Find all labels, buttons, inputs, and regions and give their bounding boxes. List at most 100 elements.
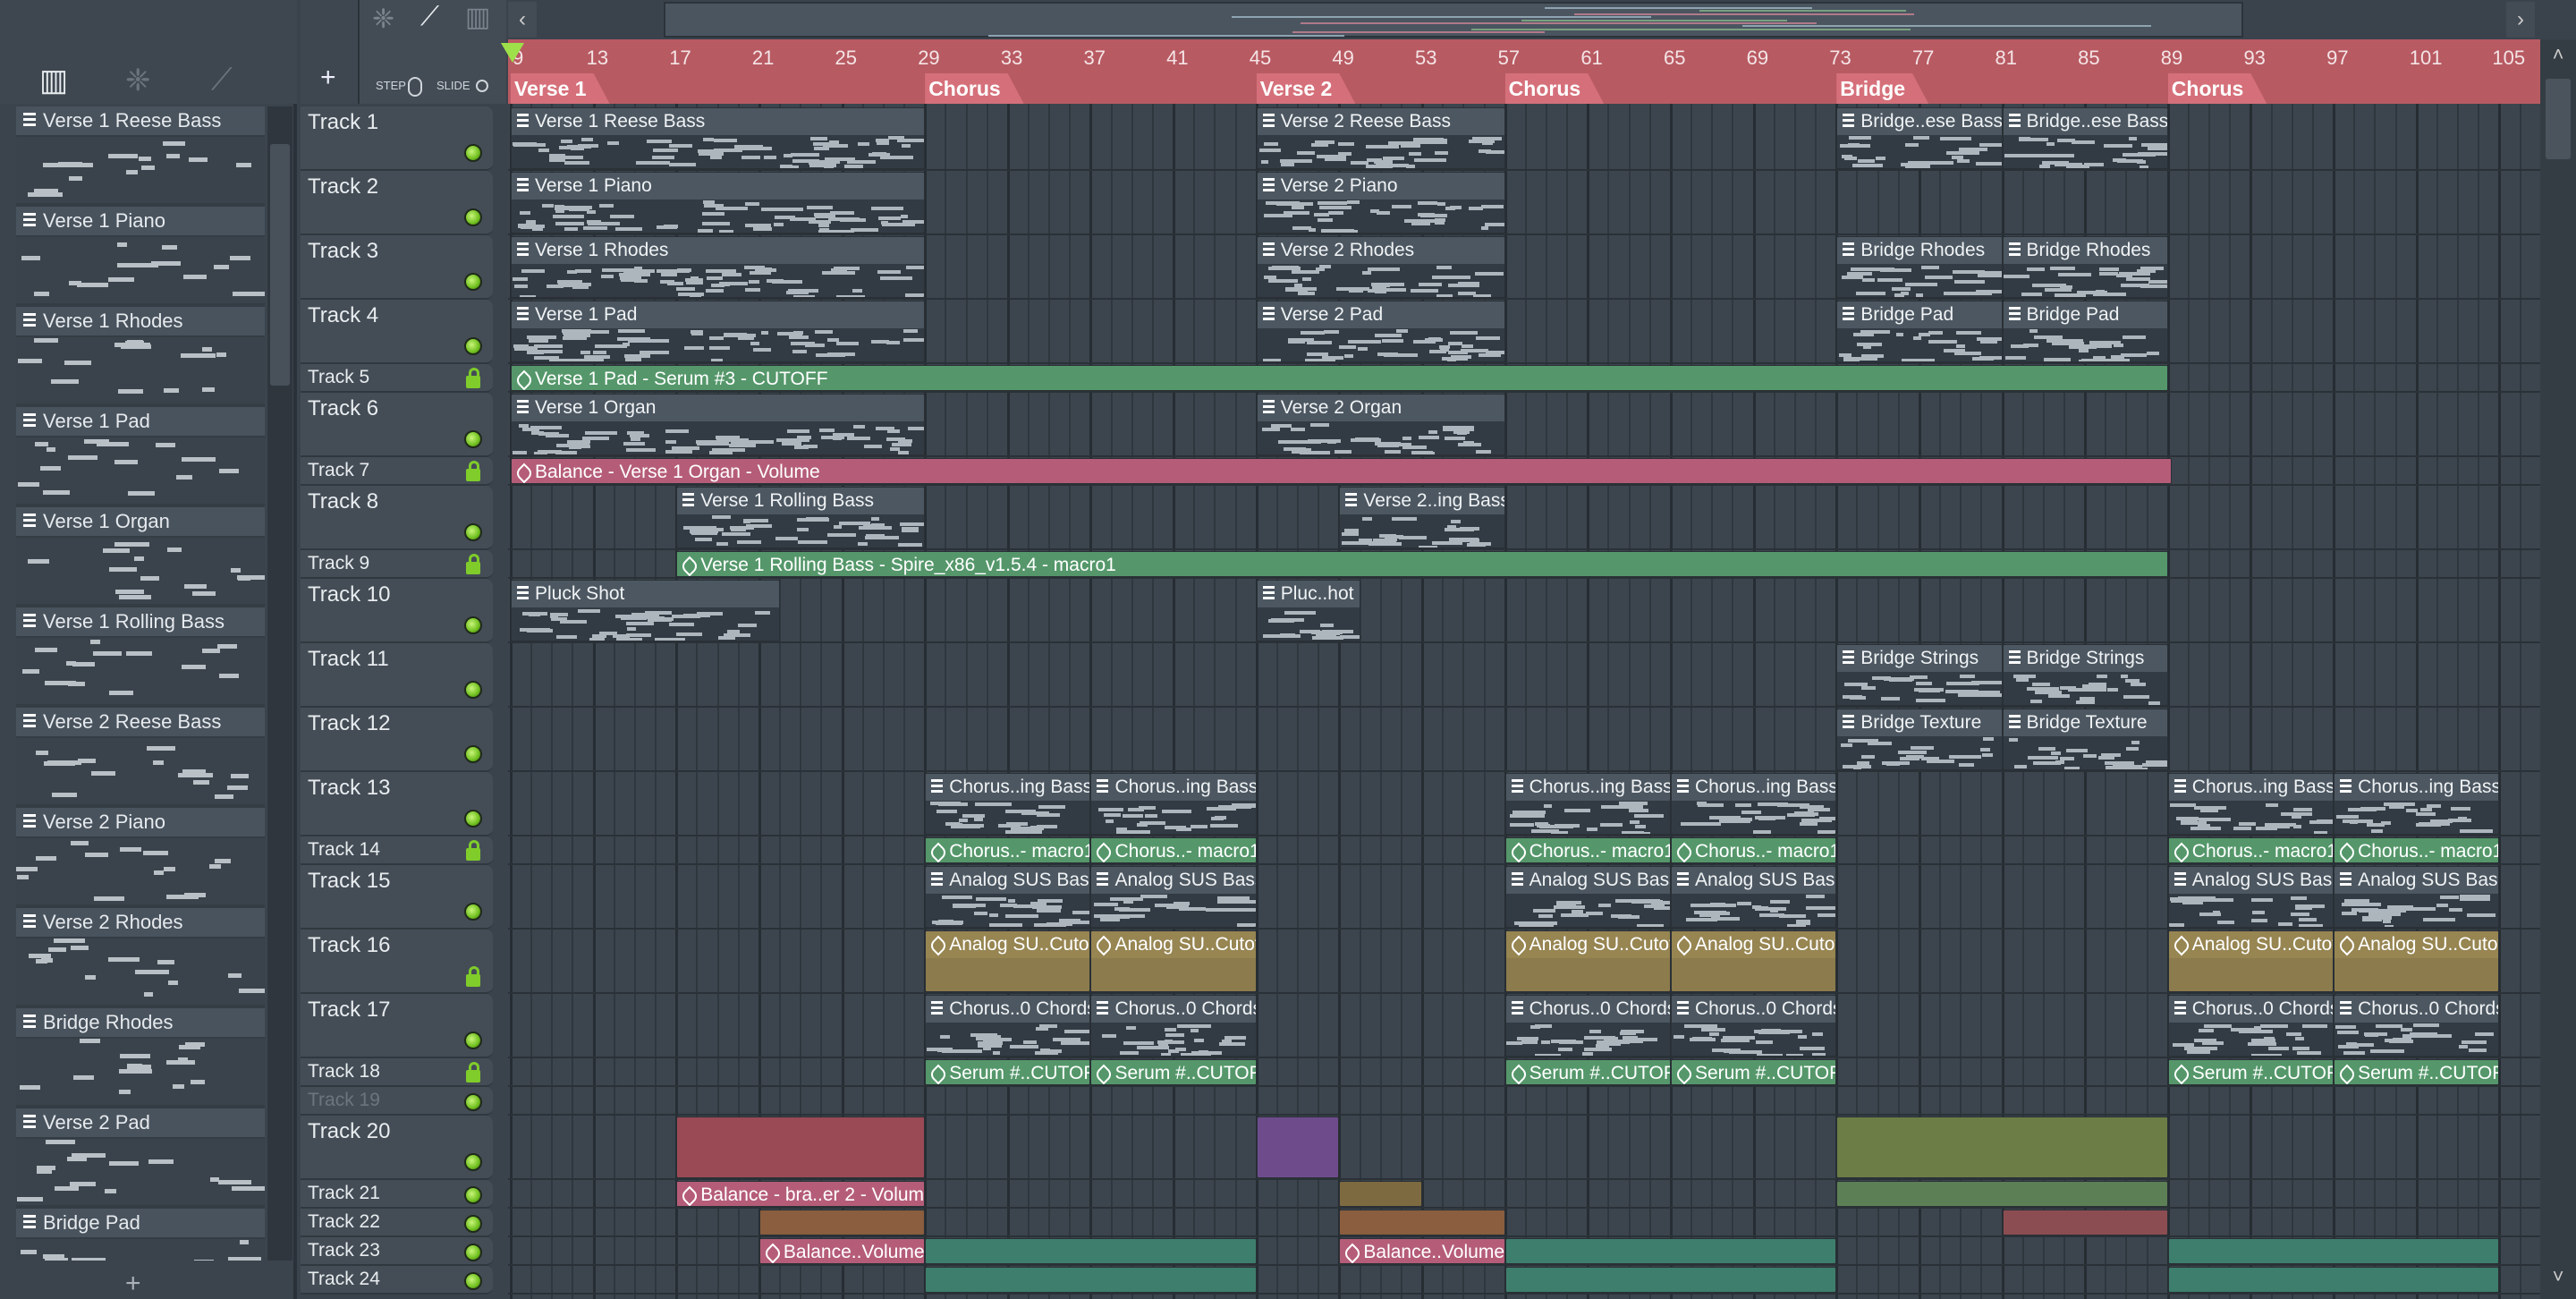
pattern-clip[interactable]: Chorus..0 Chords <box>1090 995 1257 1057</box>
automation-clip[interactable]: Serum #..CUTOFF <box>925 1059 1091 1085</box>
audio-clip[interactable] <box>2167 1267 2500 1293</box>
picker-scrollbar[interactable] <box>267 106 292 1261</box>
section-marker[interactable]: Verse 1 <box>511 73 610 104</box>
section-marker[interactable]: Chorus <box>925 73 1024 104</box>
pattern-clip[interactable]: Verse 1 Pad <box>511 301 926 362</box>
track-mute-led[interactable] <box>464 1244 482 1261</box>
automation-clip[interactable]: Analog SU..Cutoff <box>1504 930 1671 992</box>
audio-clip[interactable] <box>925 1267 1257 1293</box>
track-header[interactable]: Track 2 <box>301 171 493 235</box>
track-header[interactable]: Track 7 <box>301 457 493 486</box>
audio-clip[interactable] <box>758 1210 926 1235</box>
automation-icon[interactable]: ⟋ <box>211 63 233 98</box>
pattern-clip[interactable]: Pluc..hot <box>1256 580 1360 641</box>
pattern-clip[interactable]: Bridge Rhodes <box>1836 236 2003 298</box>
pattern-clip[interactable]: Bridge Strings <box>1836 644 2003 706</box>
pattern-list-item[interactable]: Verse 2 Reese Bass <box>16 708 265 808</box>
audio-clip[interactable] <box>925 1238 1257 1264</box>
pattern-clip[interactable]: Chorus..ing Bass <box>1670 773 1837 835</box>
audio-clip[interactable] <box>1504 1267 1837 1293</box>
piano-roll-icon[interactable]: ▥ <box>39 63 68 98</box>
automation-clip[interactable]: Chorus..- macro1 <box>925 837 1091 863</box>
pattern-clip[interactable]: Chorus..0 Chords <box>1504 995 1671 1057</box>
automation-clip[interactable]: Balance..Volume <box>758 1238 926 1264</box>
pattern-list-item[interactable]: Verse 1 Rolling Bass <box>16 607 265 708</box>
automation-clip[interactable]: Serum #..CUTOFF <box>2334 1059 2500 1085</box>
pattern-clip[interactable]: Analog SUS Bass <box>2334 866 2500 928</box>
track-header[interactable]: Track 9 <box>301 550 493 579</box>
track-mute-led[interactable] <box>464 616 482 634</box>
automation-clip[interactable]: Analog SU..Cutoff <box>1670 930 1837 992</box>
track-mute-led[interactable] <box>464 745 482 763</box>
automation-clip[interactable]: Chorus..- macro1 <box>1090 837 1257 863</box>
audio-clip[interactable] <box>1256 1116 1340 1178</box>
track-mute-led[interactable] <box>464 903 482 921</box>
pattern-clip[interactable]: Analog SUS Bass <box>2167 866 2334 928</box>
audio-clip[interactable] <box>1339 1210 1505 1235</box>
pattern-clip[interactable]: Bridge Strings <box>2002 644 2168 706</box>
track-header[interactable]: Track 5 <box>301 364 493 393</box>
pattern-clip[interactable]: Bridge..ese Bass <box>2002 107 2168 169</box>
pattern-clip[interactable]: Analog SUS Bass <box>1670 866 1837 928</box>
automation-clip[interactable]: Balance - bra..er 2 - Volume <box>676 1181 926 1207</box>
pattern-list-item[interactable]: Bridge Pad <box>16 1209 265 1261</box>
playhead-marker[interactable] <box>501 43 524 63</box>
automation-clip[interactable]: Chorus..- macro1 <box>1670 837 1837 863</box>
track-header[interactable]: Track 13 <box>301 772 493 836</box>
track-mute-led[interactable] <box>464 1272 482 1290</box>
add-pattern-button[interactable]: + <box>125 1269 141 1299</box>
track-header[interactable]: Track 16 <box>301 930 493 994</box>
track-mute-led[interactable] <box>464 681 482 699</box>
audio-clip[interactable] <box>1836 1116 2168 1178</box>
playlist-overview[interactable] <box>664 2 2243 38</box>
lock-icon[interactable] <box>466 368 480 388</box>
track-header[interactable]: Track 20 <box>301 1116 493 1180</box>
track-header[interactable]: Track 17 <box>301 994 493 1058</box>
audio-wave-icon[interactable]: ❈ <box>125 63 151 98</box>
pattern-clip[interactable]: Verse 1 Rhodes <box>511 236 926 298</box>
pattern-clip[interactable]: Bridge Texture <box>2002 709 2168 770</box>
automation-clip-icon[interactable]: ⟋ <box>420 2 439 32</box>
track-header[interactable]: Track 4 <box>301 300 493 364</box>
pattern-clip[interactable]: Verse 1 Rolling Bass <box>676 487 926 548</box>
automation-clip[interactable]: Chorus..- macro1 <box>1504 837 1671 863</box>
track-mute-led[interactable] <box>464 337 482 355</box>
track-header[interactable]: Track 6 <box>301 393 493 457</box>
track-mute-led[interactable] <box>464 1186 482 1204</box>
pattern-clip[interactable]: Bridge Pad <box>2002 301 2168 362</box>
automation-clip[interactable]: Serum #..CUTOFF <box>1670 1059 1837 1085</box>
pattern-clip[interactable]: Verse 1 Organ <box>511 394 926 455</box>
pattern-clip[interactable]: Chorus..0 Chords <box>2167 995 2334 1057</box>
track-header[interactable]: Track 1 <box>301 106 493 171</box>
audio-clip[interactable] <box>1504 1238 1837 1264</box>
automation-clip[interactable]: Serum #..CUTOFF <box>2167 1059 2334 1085</box>
step-toggle[interactable] <box>408 77 422 97</box>
pattern-clip[interactable]: Verse 1 Reese Bass <box>511 107 926 169</box>
pattern-clip[interactable]: Verse 2..ing Bass <box>1339 487 1505 548</box>
scrollbar-thumb[interactable] <box>270 144 290 386</box>
audio-clip[interactable] <box>2167 1238 2500 1264</box>
piano-roll-icon[interactable]: ▥ <box>465 2 490 33</box>
vertical-scrollbar[interactable]: ˄ ˅ <box>2540 39 2576 1299</box>
pattern-clip[interactable]: Bridge Rhodes <box>2002 236 2168 298</box>
track-header[interactable]: Track 22 <box>301 1209 493 1237</box>
scroll-down-button[interactable]: ˅ <box>2544 1265 2572 1294</box>
track-mute-led[interactable] <box>464 1153 482 1171</box>
pattern-list-item[interactable]: Verse 2 Pad <box>16 1108 265 1209</box>
automation-clip[interactable]: Analog SU..Cutoff <box>925 930 1091 992</box>
track-mute-led[interactable] <box>464 144 482 162</box>
pattern-list-item[interactable]: Verse 1 Reese Bass <box>16 106 265 207</box>
track-header[interactable]: Track 14 <box>301 836 493 865</box>
pattern-clip[interactable]: Bridge Texture <box>1836 709 2003 770</box>
automation-clip[interactable]: Chorus..- macro1 <box>2167 837 2334 863</box>
scroll-up-button[interactable]: ˄ <box>2544 43 2572 72</box>
lock-icon[interactable] <box>466 554 480 574</box>
pattern-clip[interactable]: Pluck Shot <box>511 580 781 641</box>
pattern-list-item[interactable]: Bridge Rhodes <box>16 1008 265 1108</box>
section-marker[interactable]: Bridge <box>1836 73 1928 104</box>
automation-clip[interactable]: Balance - Verse 1 Organ - Volume <box>511 458 2173 484</box>
lock-icon[interactable] <box>466 461 480 481</box>
automation-clip[interactable]: Analog SU..Cutoff <box>1090 930 1257 992</box>
automation-clip[interactable]: Serum #..CUTOFF <box>1090 1059 1257 1085</box>
pattern-clip[interactable]: Chorus..ing Bass <box>1504 773 1671 835</box>
